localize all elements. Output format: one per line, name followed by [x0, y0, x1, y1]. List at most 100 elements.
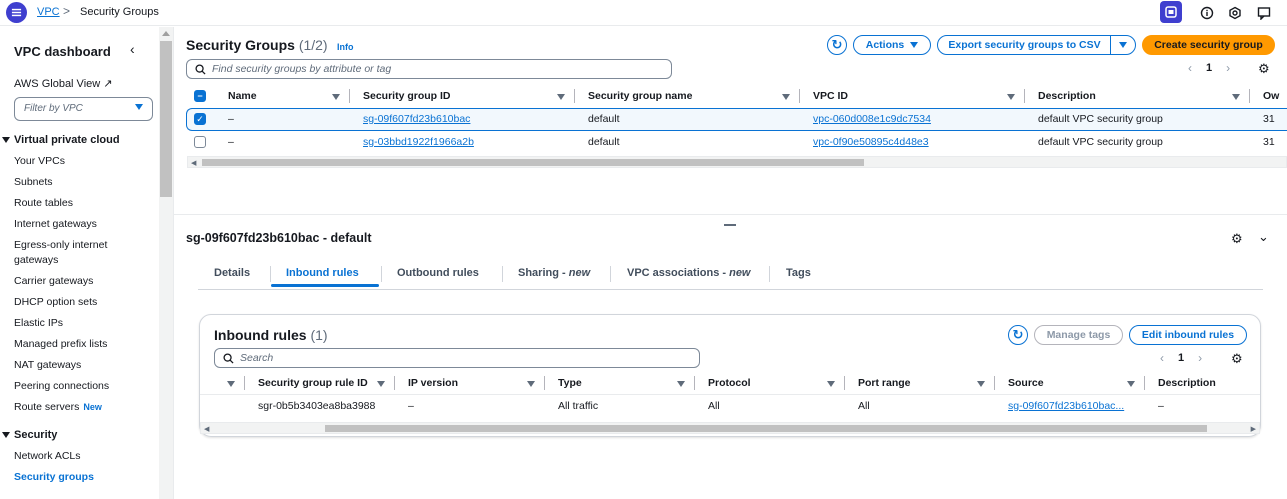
row-checkbox[interactable]: ✓	[194, 113, 206, 125]
scroll-thumb[interactable]	[160, 41, 172, 197]
select-all-checkbox[interactable]: −	[194, 90, 206, 102]
sort-icon[interactable]	[977, 381, 985, 387]
sidebar-item-elastic-ips[interactable]: Elastic IPs	[14, 316, 63, 331]
col-owner[interactable]: Ow	[1263, 90, 1279, 102]
scroll-left-icon[interactable]: ◀	[191, 159, 196, 167]
scroll-thumb[interactable]	[202, 159, 864, 166]
sidebar-item-peering[interactable]: Peering connections	[14, 379, 109, 394]
column-divider[interactable]	[394, 376, 395, 390]
sidebar-item-global-view[interactable]: AWS Global View ↗	[14, 77, 112, 90]
col-name[interactable]: Name	[228, 90, 257, 102]
sidebar-item-nat-gateways[interactable]: NAT gateways	[14, 358, 81, 373]
tab-tags[interactable]: Tags	[786, 267, 811, 279]
column-divider[interactable]	[1024, 89, 1025, 103]
refresh-rules-button[interactable]: ↻	[1008, 325, 1028, 345]
row-checkbox[interactable]	[194, 136, 206, 148]
cell-vpc-id[interactable]: vpc-060d008e1c9dc7534	[813, 113, 931, 125]
table-horizontal-scrollbar[interactable]: ◀	[187, 156, 1287, 168]
prev-page-icon[interactable]: ‹	[1160, 351, 1164, 365]
menu-icon[interactable]	[6, 2, 27, 23]
column-divider[interactable]	[1249, 89, 1250, 103]
cell-source[interactable]: sg-09f607fd23b610bac...	[1008, 400, 1124, 412]
column-divider[interactable]	[799, 89, 800, 103]
col-port-range[interactable]: Port range	[858, 377, 911, 389]
cell-vpc-id[interactable]: vpc-0f90e50895c4d48e3	[813, 136, 929, 148]
sidebar-item-egress-only-cont[interactable]: gateways	[14, 253, 58, 268]
column-divider[interactable]	[244, 376, 245, 390]
chevron-left-icon[interactable]: ‹	[130, 41, 135, 57]
sidebar-title[interactable]: VPC dashboard	[14, 44, 111, 59]
sidebar-item-network-acls[interactable]: Network ACLs	[14, 449, 81, 464]
tab-vpc-associations[interactable]: VPC associations - new	[627, 267, 751, 279]
col-rule-id[interactable]: Security group rule ID	[258, 377, 368, 389]
sort-icon[interactable]	[827, 381, 835, 387]
scroll-left-icon[interactable]: ◀	[204, 425, 209, 433]
col-description[interactable]: Description	[1158, 377, 1216, 389]
scroll-right-icon[interactable]: ▶	[1251, 425, 1256, 433]
tab-details[interactable]: Details	[214, 267, 250, 279]
sidebar-item-egress-only[interactable]: Egress-only internet	[14, 238, 107, 253]
next-page-icon[interactable]: ›	[1226, 61, 1230, 75]
column-divider[interactable]	[1144, 376, 1145, 390]
vpc-filter-select[interactable]: Filter by VPC	[14, 97, 153, 121]
info-icon[interactable]	[1198, 4, 1216, 22]
scroll-thumb[interactable]	[325, 425, 1207, 432]
feedback-icon[interactable]	[1255, 4, 1273, 22]
export-csv-button[interactable]: Export security groups to CSV	[937, 35, 1112, 55]
sort-icon[interactable]	[1007, 94, 1015, 100]
scroll-up-icon[interactable]	[162, 31, 170, 36]
drag-handle[interactable]	[724, 224, 736, 226]
chevron-down-icon[interactable]: ⌄	[1258, 229, 1269, 245]
sort-icon[interactable]	[782, 94, 790, 100]
current-page[interactable]: 1	[1178, 352, 1184, 364]
section-virtual-private-cloud[interactable]: Virtual private cloud	[2, 134, 120, 146]
refresh-button[interactable]: ↻	[827, 35, 847, 55]
cell-security-group-id[interactable]: sg-03bbd1922f1966a2b	[363, 136, 474, 148]
section-security[interactable]: Security	[2, 429, 57, 441]
security-group-search-input[interactable]: Find security groups by attribute or tag	[186, 59, 672, 79]
edit-inbound-rules-button[interactable]: Edit inbound rules	[1129, 325, 1247, 345]
sort-icon[interactable]	[332, 94, 340, 100]
sidebar-item-prefix-lists[interactable]: Managed prefix lists	[14, 337, 107, 352]
breadcrumb-vpc[interactable]: VPC	[37, 6, 60, 18]
inbound-search-input[interactable]: Search	[214, 348, 700, 368]
col-security-group-id[interactable]: Security group ID	[363, 90, 451, 102]
sidebar-item-subnets[interactable]: Subnets	[14, 175, 53, 190]
sidebar-scrollbar[interactable]	[159, 27, 173, 499]
cell-security-group-id[interactable]: sg-09f607fd23b610bac	[363, 113, 470, 125]
gear-icon[interactable]: ⚙	[1258, 61, 1270, 77]
sort-icon[interactable]	[677, 381, 685, 387]
tab-outbound-rules[interactable]: Outbound rules	[397, 267, 479, 279]
column-divider[interactable]	[694, 376, 695, 390]
column-divider[interactable]	[994, 376, 995, 390]
col-source[interactable]: Source	[1008, 377, 1044, 389]
column-divider[interactable]	[574, 89, 575, 103]
sidebar-item-route-tables[interactable]: Route tables	[14, 196, 73, 211]
column-divider[interactable]	[844, 376, 845, 390]
create-security-group-button[interactable]: Create security group	[1142, 35, 1275, 55]
current-page[interactable]: 1	[1206, 62, 1212, 74]
col-protocol[interactable]: Protocol	[708, 377, 751, 389]
col-vpc-id[interactable]: VPC ID	[813, 90, 848, 102]
column-divider[interactable]	[544, 376, 545, 390]
gear-icon[interactable]: ⚙	[1231, 351, 1243, 367]
sidebar-item-internet-gateways[interactable]: Internet gateways	[14, 217, 97, 232]
sidebar-item-your-vpcs[interactable]: Your VPCs	[14, 154, 65, 169]
sidebar-item-dhcp[interactable]: DHCP option sets	[14, 295, 97, 310]
tab-sharing[interactable]: Sharing - new	[518, 267, 590, 279]
actions-button[interactable]: Actions	[853, 35, 931, 55]
tab-inbound-rules[interactable]: Inbound rules	[286, 267, 359, 279]
sidebar-item-route-servers[interactable]: Route servers New	[14, 400, 102, 415]
inbound-horizontal-scrollbar[interactable]: ◀ ▶	[200, 422, 1260, 434]
sort-icon[interactable]	[377, 381, 385, 387]
manage-tags-button[interactable]: Manage tags	[1034, 325, 1123, 345]
col-ip-version[interactable]: IP version	[408, 377, 458, 389]
next-page-icon[interactable]: ›	[1198, 351, 1202, 365]
gear-icon[interactable]: ⚙	[1231, 231, 1243, 247]
sort-icon[interactable]	[227, 381, 235, 387]
col-type[interactable]: Type	[558, 377, 582, 389]
sidebar-item-security-groups[interactable]: Security groups	[14, 470, 94, 485]
sort-icon[interactable]	[1127, 381, 1135, 387]
panel-icon[interactable]	[1160, 1, 1182, 23]
column-divider[interactable]	[349, 89, 350, 103]
